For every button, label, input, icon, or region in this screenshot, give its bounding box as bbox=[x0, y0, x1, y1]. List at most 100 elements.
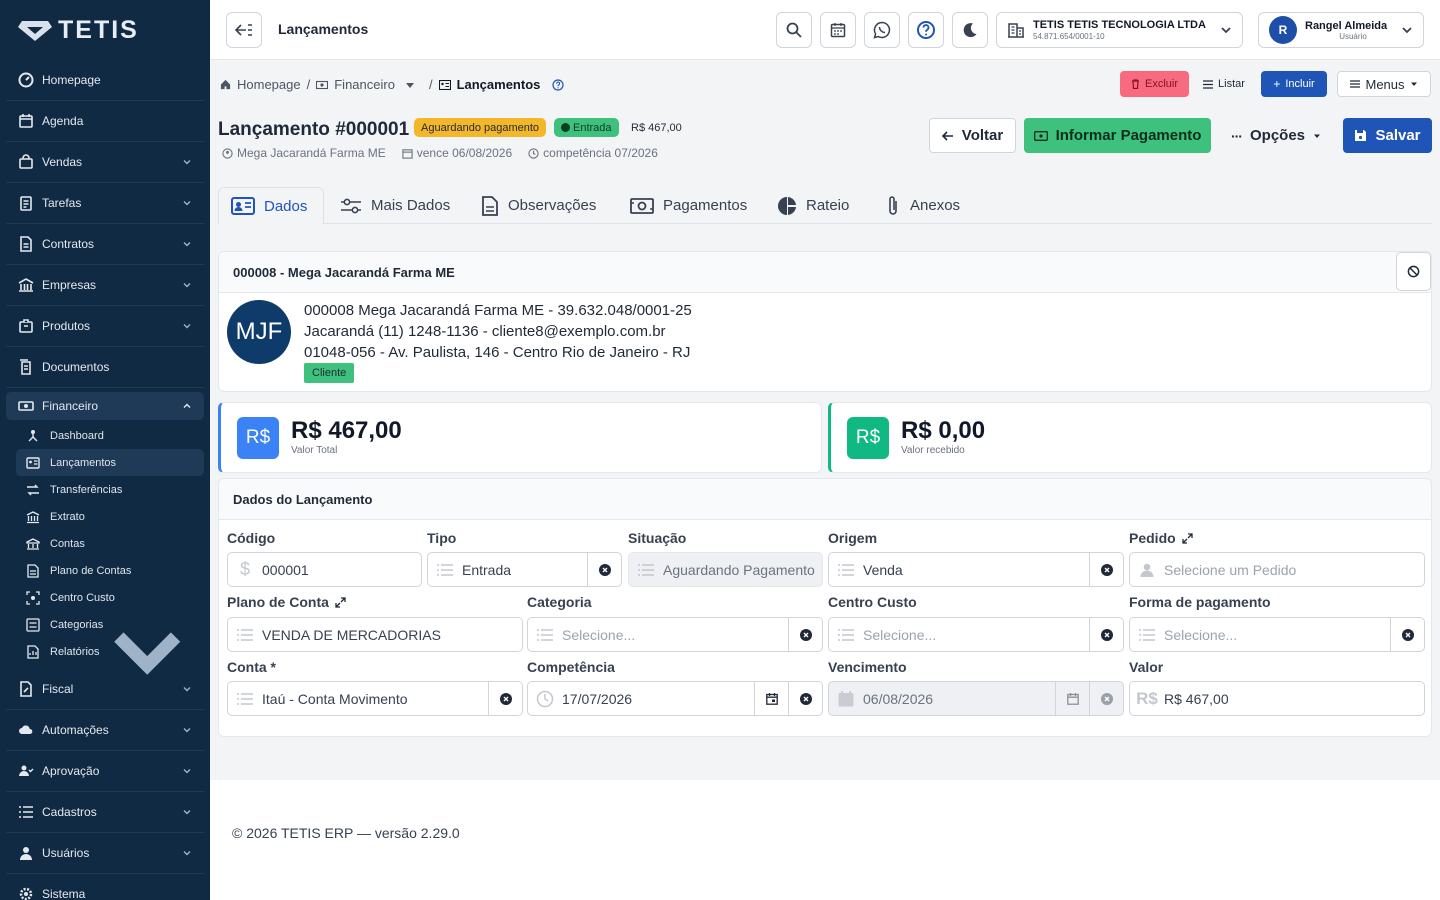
calendar-icon bbox=[765, 692, 778, 705]
focus-icon bbox=[26, 590, 40, 605]
clear-button[interactable] bbox=[788, 682, 822, 715]
expand-icon[interactable] bbox=[1182, 532, 1193, 544]
search-button[interactable] bbox=[776, 12, 812, 48]
calendar-button[interactable] bbox=[820, 12, 856, 48]
logo[interactable]: TETIS bbox=[0, 0, 210, 60]
subitem-extrato[interactable]: Extrato bbox=[16, 503, 204, 530]
inform-payment-button[interactable]: Informar Pagamento bbox=[1024, 118, 1211, 153]
tab-anexos[interactable]: Anexos bbox=[873, 187, 972, 224]
tipo-select[interactable]: Entrada bbox=[427, 552, 622, 587]
calendar-picker-button[interactable] bbox=[754, 682, 788, 715]
client-line-2: Jacarandá (11) 1248-1136 - cliente8@exem… bbox=[304, 323, 666, 340]
tab-pagamentos[interactable]: Pagamentos bbox=[618, 187, 759, 224]
tab-observacoes[interactable]: Observações bbox=[469, 187, 608, 224]
sidebar-item-contratos[interactable]: Contratos bbox=[6, 224, 204, 265]
sidebar-item-agenda[interactable]: Agenda bbox=[6, 101, 204, 142]
categoria-select[interactable]: Selecione... bbox=[527, 617, 823, 652]
breadcrumb-home[interactable]: Homepage bbox=[237, 77, 301, 92]
sidebar-item-tarefas[interactable]: Tarefas bbox=[6, 183, 204, 224]
codigo-input[interactable]: $ 000001 bbox=[227, 552, 422, 587]
centro-select[interactable]: Selecione... bbox=[828, 617, 1124, 652]
add-label: Incluir bbox=[1285, 78, 1315, 90]
breadcrumb-section[interactable]: Financeiro bbox=[334, 77, 395, 92]
plano-select[interactable]: VENDA DE MERCADORIAS bbox=[227, 617, 523, 652]
sidebar-item-label: Vendas bbox=[42, 155, 83, 169]
meta-client: Mega Jacarandá Farma ME bbox=[222, 146, 386, 160]
company-selector[interactable]: TETIS TETIS TECNOLOGIA LTDA 54.871.654/0… bbox=[996, 12, 1243, 48]
sidebar-item-sistema[interactable]: Sistema bbox=[6, 874, 204, 900]
origem-select[interactable]: Venda bbox=[828, 552, 1124, 587]
tab-dados[interactable]: Dados bbox=[218, 187, 324, 225]
sidebar-item-financeiro[interactable]: Financeiro bbox=[6, 392, 204, 420]
subitem-plano-de-contas[interactable]: Plano de Contas bbox=[16, 557, 204, 584]
home-icon bbox=[220, 79, 231, 90]
list-icon bbox=[228, 692, 262, 705]
conta-select[interactable]: Itaú - Conta Movimento bbox=[227, 681, 523, 716]
save-button[interactable]: Salvar bbox=[1343, 118, 1432, 153]
clear-button[interactable] bbox=[488, 682, 522, 715]
forma-select[interactable]: Selecione... bbox=[1129, 617, 1425, 652]
subitem-lancamentos[interactable]: Lançamentos bbox=[16, 449, 204, 476]
sidebar-item-label: Automações bbox=[42, 723, 109, 737]
origem-label: Origem bbox=[828, 530, 878, 546]
options-dropdown[interactable]: ··· Opções bbox=[1220, 118, 1332, 153]
caret-down-icon[interactable] bbox=[405, 80, 415, 90]
subitem-relatorios[interactable]: Relatórios bbox=[16, 632, 204, 676]
centro-label: Centro Custo bbox=[828, 594, 917, 610]
help-button[interactable] bbox=[908, 12, 944, 48]
sidebar-item-label: Usuários bbox=[42, 846, 90, 860]
list-icon bbox=[829, 628, 863, 641]
documents-icon bbox=[20, 359, 31, 375]
diamond-logo-icon bbox=[18, 21, 52, 41]
expand-icon[interactable] bbox=[335, 596, 346, 608]
breadcrumb-separator: / bbox=[306, 77, 311, 92]
hamburger-icon bbox=[1350, 80, 1361, 88]
clear-button[interactable] bbox=[587, 553, 621, 586]
arrow-back-icon bbox=[941, 130, 953, 141]
sidebar-item-aprovacao[interactable]: Aprovação bbox=[6, 751, 204, 792]
sidebar-item-documentos[interactable]: Documentos bbox=[6, 347, 204, 388]
sidebar-item-label: Cadastros bbox=[42, 805, 97, 819]
clear-button[interactable] bbox=[1390, 618, 1424, 651]
client-avatar: MJF bbox=[227, 300, 291, 364]
chevron-down-icon bbox=[183, 201, 191, 206]
sidebar-item-produtos[interactable]: Produtos bbox=[6, 306, 204, 347]
tab-label: Pagamentos bbox=[663, 197, 748, 214]
valor-input[interactable]: R$ R$ 467,00 bbox=[1129, 681, 1425, 716]
dark-mode-button[interactable] bbox=[952, 12, 988, 48]
sidebar-item-empresas[interactable]: Empresas bbox=[6, 265, 204, 306]
subitem-contas[interactable]: Contas bbox=[16, 530, 204, 557]
sidebar-item-vendas[interactable]: Vendas bbox=[6, 142, 204, 183]
menus-dropdown[interactable]: Menus bbox=[1337, 71, 1431, 97]
clear-button[interactable] bbox=[788, 618, 822, 651]
clear-button[interactable] bbox=[1089, 618, 1123, 651]
list-button[interactable]: Listar bbox=[1194, 71, 1254, 97]
whatsapp-button[interactable] bbox=[864, 12, 900, 48]
subitem-dashboard[interactable]: Dashboard bbox=[16, 422, 204, 449]
tab-rateio[interactable]: Rateio bbox=[765, 187, 861, 224]
user-menu[interactable]: R Rangel Almeida Usuário bbox=[1258, 12, 1424, 48]
sidebar-item-label: Contratos bbox=[42, 237, 95, 251]
clock-icon bbox=[528, 147, 539, 159]
tab-bar: Dados Mais Dados Observações Pagamentos … bbox=[218, 187, 1432, 225]
unlink-client-button[interactable] bbox=[1396, 252, 1431, 291]
sidebar-item-cadastros[interactable]: Cadastros bbox=[6, 792, 204, 833]
sidebar-item-usuarios[interactable]: Usuários bbox=[6, 833, 204, 874]
clear-button[interactable] bbox=[1089, 553, 1123, 586]
pedido-select[interactable]: Selecione um Pedido bbox=[1129, 552, 1425, 587]
competencia-input[interactable]: 17/07/2026 bbox=[527, 681, 823, 716]
bank-icon bbox=[26, 510, 40, 523]
add-button[interactable]: + Incluir bbox=[1261, 71, 1327, 97]
toggle-sidebar-button[interactable] bbox=[226, 12, 262, 48]
back-button[interactable]: Voltar bbox=[929, 118, 1016, 153]
sidebar-item-automacoes[interactable]: Automações bbox=[6, 710, 204, 751]
sidebar-item-homepage[interactable]: Homepage bbox=[6, 60, 204, 101]
close-circle-icon bbox=[1100, 563, 1113, 576]
subitem-transferencias[interactable]: Transferências bbox=[16, 476, 204, 503]
question-circle-icon[interactable] bbox=[552, 78, 564, 91]
delete-button[interactable]: Excluir bbox=[1120, 71, 1189, 97]
footer: © 2026 TETIS ERP — versão 2.29.0 bbox=[210, 780, 1440, 900]
tab-mais-dados[interactable]: Mais Dados bbox=[328, 187, 462, 224]
chevron-down-icon bbox=[183, 728, 191, 733]
amount-badge: R$ 467,00 bbox=[631, 121, 682, 134]
